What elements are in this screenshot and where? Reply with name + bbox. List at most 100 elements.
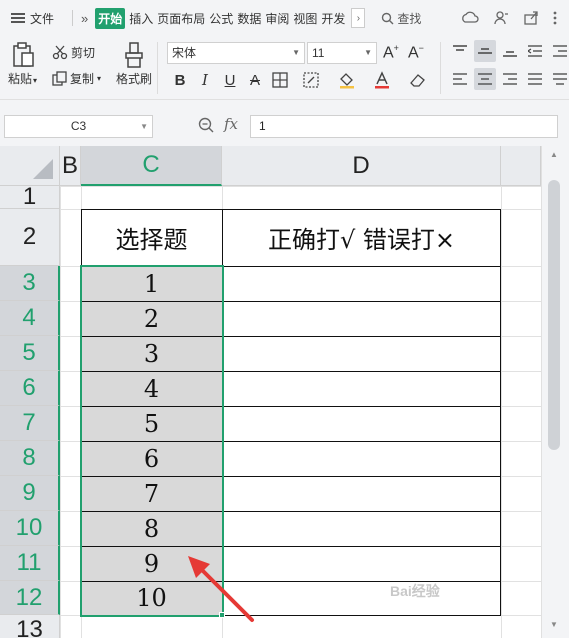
row-header-6[interactable]: 6 — [0, 371, 60, 406]
underline-button[interactable]: U — [220, 70, 240, 90]
menu-icon[interactable] — [11, 13, 25, 23]
file-menu[interactable]: 文件 — [30, 10, 54, 27]
justify-button[interactable] — [524, 68, 546, 90]
cell-c6[interactable]: 4 — [81, 371, 222, 406]
dropdown-arrow-icon[interactable]: ▾ — [33, 76, 37, 85]
row-header-7[interactable]: 7 — [0, 406, 60, 441]
zoom-icon[interactable] — [198, 117, 214, 133]
cell-c8[interactable]: 6 — [81, 441, 222, 476]
scissors-icon — [52, 45, 68, 60]
bold-button[interactable]: B — [170, 70, 190, 90]
table-border — [81, 476, 501, 477]
font-name-select[interactable]: 宋体 ▼ — [167, 42, 305, 64]
tab-review[interactable]: 审阅 — [265, 10, 289, 27]
dropdown-arrow-icon: ▼ — [364, 48, 372, 57]
row-header-3[interactable]: 3 — [0, 266, 60, 301]
cell-c10[interactable]: 8 — [81, 511, 222, 546]
tab-view[interactable]: 视图 — [293, 10, 317, 27]
increase-indent-button[interactable] — [549, 40, 569, 62]
distributed-align-button[interactable] — [549, 68, 569, 90]
search-button[interactable]: 查找 — [381, 10, 421, 27]
gridline — [60, 186, 61, 638]
font-size-select[interactable]: 11 ▼ — [307, 42, 377, 64]
tab-home[interactable]: 开始 — [95, 7, 126, 29]
font-color-button[interactable] — [372, 70, 392, 90]
table-border — [81, 371, 501, 372]
cell-c3[interactable]: 1 — [81, 266, 222, 301]
align-top-button[interactable] — [449, 40, 471, 62]
row-header-4[interactable]: 4 — [0, 301, 60, 336]
row-header-9[interactable]: 9 — [0, 476, 60, 511]
user-share-icon[interactable] — [493, 10, 509, 26]
format-painter-button[interactable]: 格式刷 — [116, 42, 152, 87]
borders-button[interactable] — [270, 70, 290, 90]
align-center-button[interactable] — [474, 68, 496, 90]
paste-button[interactable]: 粘贴▾ — [8, 42, 37, 87]
name-box[interactable]: C3 ▼ — [4, 115, 153, 138]
insert-function-button[interactable]: fx — [224, 115, 238, 133]
align-right-button[interactable] — [499, 68, 521, 90]
format-painter-label: 格式刷 — [116, 72, 153, 86]
row-header-5[interactable]: 5 — [0, 336, 60, 371]
cell-c5[interactable]: 3 — [81, 336, 222, 371]
align-middle-icon — [478, 48, 492, 54]
column-header-c[interactable]: C — [81, 146, 222, 186]
gridline — [60, 186, 541, 187]
tab-data[interactable]: 数据 — [237, 10, 261, 27]
divider — [157, 42, 158, 94]
table-border — [81, 209, 82, 615]
column-header-d[interactable]: D — [222, 146, 501, 186]
italic-button[interactable]: I — [195, 70, 215, 90]
scroll-up-icon[interactable]: ▲ — [550, 150, 558, 159]
column-header-e[interactable] — [501, 146, 541, 186]
row-header-10[interactable]: 10 — [0, 511, 60, 546]
toolbar-right — [461, 10, 557, 26]
align-middle-button[interactable] — [474, 40, 496, 62]
tab-formulas[interactable]: 公式 — [209, 10, 233, 27]
row-header-2[interactable]: 2 — [0, 209, 60, 266]
column-header-b[interactable]: B — [60, 146, 81, 186]
cell-c2[interactable]: 选择题 — [81, 209, 222, 266]
align-bottom-button[interactable] — [499, 40, 521, 62]
tab-insert[interactable]: 插入 — [129, 10, 153, 27]
select-all-button[interactable] — [0, 146, 60, 186]
chevrons-icon[interactable]: » — [81, 11, 88, 26]
copy-icon — [52, 71, 67, 86]
dropdown-arrow-icon: ▼ — [140, 122, 148, 131]
row-header-11[interactable]: 11 — [0, 546, 60, 581]
row-header-8[interactable]: 8 — [0, 441, 60, 476]
scroll-down-icon[interactable]: ▼ — [550, 620, 558, 629]
cut-button[interactable]: 剪切 — [52, 44, 95, 61]
cell-c7[interactable]: 5 — [81, 406, 222, 441]
tab-developer[interactable]: 开发 — [321, 10, 345, 27]
decrease-indent-button[interactable] — [524, 40, 546, 62]
align-left-icon — [453, 73, 467, 85]
fill-color-button[interactable] — [337, 70, 357, 90]
cell-c4[interactable]: 2 — [81, 301, 222, 336]
tab-page-layout[interactable]: 页面布局 — [157, 10, 205, 27]
formula-input[interactable]: 1 — [250, 115, 558, 138]
cell-style-icon — [303, 72, 319, 88]
copy-button[interactable]: 复制 ▾ — [52, 70, 101, 87]
table-border — [81, 546, 501, 547]
share-icon[interactable] — [523, 10, 539, 26]
dropdown-arrow-icon[interactable]: ▾ — [97, 74, 101, 83]
strikethrough-button[interactable]: A — [245, 70, 265, 90]
brush-icon — [125, 42, 143, 68]
cloud-sync-icon[interactable] — [461, 10, 479, 26]
row-header-12[interactable]: 12 — [0, 581, 60, 615]
more-options-icon[interactable] — [553, 10, 557, 26]
align-left-button[interactable] — [449, 68, 471, 90]
cell-c9[interactable]: 7 — [81, 476, 222, 511]
cell-d2[interactable]: 正确打√ 错误打× — [222, 209, 501, 266]
row-header-13[interactable]: 13 — [0, 615, 60, 638]
cell-style-button[interactable] — [301, 70, 321, 90]
vertical-scrollbar[interactable]: ▲ ▼ — [541, 146, 569, 638]
scroll-thumb[interactable] — [548, 180, 560, 450]
increase-font-button[interactable]: A+ — [383, 43, 399, 62]
font-name-value: 宋体 — [172, 46, 197, 60]
row-header-1[interactable]: 1 — [0, 183, 60, 210]
tabs-scroll-right-button[interactable]: › — [351, 8, 366, 28]
clear-format-button[interactable] — [408, 70, 428, 90]
decrease-font-button[interactable]: A− — [408, 43, 424, 62]
